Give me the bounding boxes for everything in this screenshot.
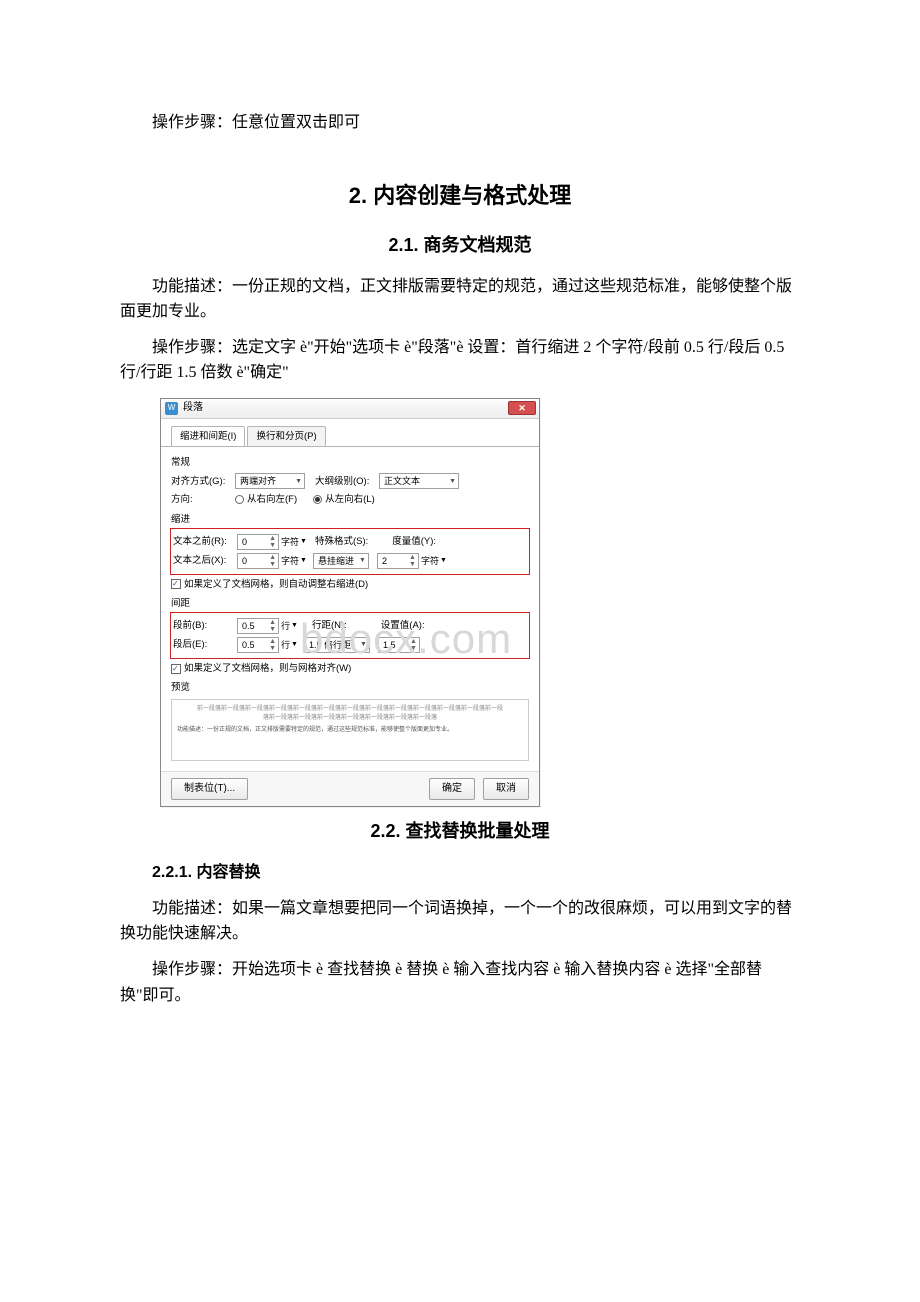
tabstop-button[interactable]: 制表位(T)... — [171, 778, 248, 800]
align-label: 对齐方式(G): — [171, 474, 235, 489]
cancel-button[interactable]: 取消 — [483, 778, 529, 800]
metric-value: 2 — [382, 554, 387, 568]
linespace-label: 行距(N): — [312, 618, 347, 633]
heading-2-1: 2.1. 商务文档规范 — [120, 231, 800, 260]
line-unit: 行 — [281, 638, 290, 652]
before-text-value: 0 — [242, 535, 247, 549]
spinner-icon: ▲▼ — [269, 619, 276, 633]
grid-align-check[interactable] — [171, 664, 181, 674]
dropdown-icon: ▼ — [359, 555, 366, 566]
after-text-value: 0 — [242, 554, 247, 568]
dialog-title: 段落 — [183, 400, 203, 416]
metric-input[interactable]: 2 ▲▼ — [377, 553, 419, 569]
ltr-label: 从左向右(L) — [325, 492, 375, 507]
auto-indent-label: 如果定义了文档网格，则自动调整右缩进(D) — [184, 577, 368, 592]
dropdown-icon: ▼ — [440, 555, 447, 566]
heading-2: 2. 内容创建与格式处理 — [120, 178, 800, 213]
section-indent: 缩进 — [171, 512, 529, 527]
heading-2-2-1: 2.2.1. 内容替换 — [120, 860, 800, 886]
char-unit: 字符 — [281, 535, 299, 549]
spinner-icon: ▲▼ — [269, 554, 276, 568]
paragraph-dialog-screenshot: W 段落 ✕ 缩进和间距(I) 换行和分页(P) 常规 对齐方式(G): 两端对… — [160, 398, 800, 808]
preview-box: 前一段落前一段落前一段落前一段落前一段落前一段落前一段落前一段落前一段落前一段落… — [171, 699, 529, 761]
special-label: 特殊格式(S): — [315, 534, 368, 549]
auto-indent-check[interactable] — [171, 579, 181, 589]
spinner-icon: ▲▼ — [410, 638, 417, 652]
linespace-value: 1.5 倍行距 — [309, 638, 351, 652]
section-preview: 预览 — [171, 680, 529, 695]
dialog-tabs: 缩进和间距(I) 换行和分页(P) — [161, 419, 539, 446]
spinner-icon: ▲▼ — [269, 535, 276, 549]
before-text-input[interactable]: 0 ▲▼ — [237, 534, 279, 550]
steps-2-1: 操作步骤：选定文字 è"开始"选项卡 è"段落"è 设置：首行缩进 2 个字符/… — [120, 335, 800, 386]
ok-button[interactable]: 确定 — [429, 778, 475, 800]
outline-value: 正文文本 — [384, 474, 420, 488]
close-icon[interactable]: ✕ — [508, 401, 536, 415]
dialog-body: 常规 对齐方式(G): 两端对齐 ▼ 大纲级别(O): 正文文本 ▼ 方向: 从右向… — [161, 446, 539, 771]
space-before-input[interactable]: 0.5 ▲▼ — [237, 618, 279, 634]
heading-2-2: 2.2. 查找替换批量处理 — [120, 817, 800, 846]
rtl-label: 从右向左(F) — [247, 492, 297, 507]
radio-rtl[interactable] — [235, 495, 244, 504]
dropdown-icon: ▼ — [300, 536, 307, 547]
paragraph-dialog: W 段落 ✕ 缩进和间距(I) 换行和分页(P) 常规 对齐方式(G): 两端对… — [160, 398, 540, 808]
section-general: 常规 — [171, 455, 529, 470]
space-after-value: 0.5 — [242, 638, 255, 652]
steps-2-2-1: 操作步骤：开始选项卡 è 查找替换 è 替换 è 输入查找内容 è 输入替换内容… — [120, 957, 800, 1008]
dropdown-icon: ▼ — [291, 639, 298, 650]
setval-value: 1.5 — [383, 638, 396, 652]
desc-2-1: 功能描述：一份正规的文档，正文排版需要特定的规范，通过这些规范标准，能够使整个版… — [120, 274, 800, 325]
radio-ltr[interactable] — [313, 495, 322, 504]
tab-indent-spacing[interactable]: 缩进和间距(I) — [171, 426, 245, 447]
dialog-titlebar: W 段落 ✕ — [161, 399, 539, 419]
space-after-input[interactable]: 0.5 ▲▼ — [237, 637, 279, 653]
outline-label: 大纲级别(O): — [315, 474, 379, 489]
before-text-label: 文本之前(R): — [173, 534, 237, 549]
tab-linebreak-paging[interactable]: 换行和分页(P) — [247, 426, 325, 447]
metric-label: 度量值(Y): — [392, 534, 436, 549]
dropdown-icon: ▼ — [360, 639, 367, 650]
app-icon: W — [165, 402, 178, 415]
preview-context: 前一段落前一段落前一段落前一段落前一段落前一段落前一段落前一段落前一段落前一段落… — [177, 705, 523, 722]
char-unit: 字符 — [421, 554, 439, 568]
line-unit: 行 — [281, 619, 290, 633]
after-text-input[interactable]: 0 ▲▼ — [237, 553, 279, 569]
space-before-value: 0.5 — [242, 619, 255, 633]
dropdown-icon: ▼ — [295, 476, 302, 487]
grid-align-label: 如果定义了文档网格，则与网格对齐(W) — [184, 661, 351, 676]
space-before-label: 段前(B): — [173, 618, 237, 633]
desc-2-2-1: 功能描述：如果一篇文章想要把同一个词语换掉，一个一个的改很麻烦，可以用到文字的替… — [120, 896, 800, 947]
direction-label: 方向: — [171, 492, 235, 507]
outline-select[interactable]: 正文文本 ▼ — [379, 473, 459, 489]
char-unit: 字符 — [281, 554, 299, 568]
preview-sample: 功能描述：一份正规的文档，正文排版需要特定的规范，通过这些规范标准，能够使整个版… — [177, 726, 523, 734]
setval-input[interactable]: 1.5 ▲▼ — [378, 637, 420, 653]
dropdown-icon: ▼ — [449, 476, 456, 487]
dropdown-icon: ▼ — [300, 555, 307, 566]
spacing-highlight: 段前(B): 0.5▲▼ 行▼ 行距(N): 设置值(A): 段后(E): 0.… — [171, 613, 529, 658]
after-text-label: 文本之后(X): — [173, 553, 237, 568]
spinner-icon: ▲▼ — [269, 638, 276, 652]
linespace-select[interactable]: 1.5 倍行距 ▼ — [304, 637, 370, 653]
setval-label: 设置值(A): — [381, 618, 425, 633]
special-value: 悬挂缩进 — [318, 554, 354, 568]
align-value: 两端对齐 — [240, 474, 276, 488]
indent-highlight: 文本之前(R): 0▲▼ 字符▼ 特殊格式(S): 度量值(Y): 文本之后(X… — [171, 529, 529, 574]
intro-step: 操作步骤：任意位置双击即可 — [120, 110, 800, 136]
align-select[interactable]: 两端对齐 ▼ — [235, 473, 305, 489]
section-spacing: 间距 — [171, 596, 529, 611]
special-select[interactable]: 悬挂缩进 ▼ — [313, 553, 369, 569]
dialog-buttons: 制表位(T)... 确定 取消 — [161, 771, 539, 806]
space-after-label: 段后(E): — [173, 637, 237, 652]
spinner-icon: ▲▼ — [409, 554, 416, 568]
dropdown-icon: ▼ — [291, 620, 298, 631]
